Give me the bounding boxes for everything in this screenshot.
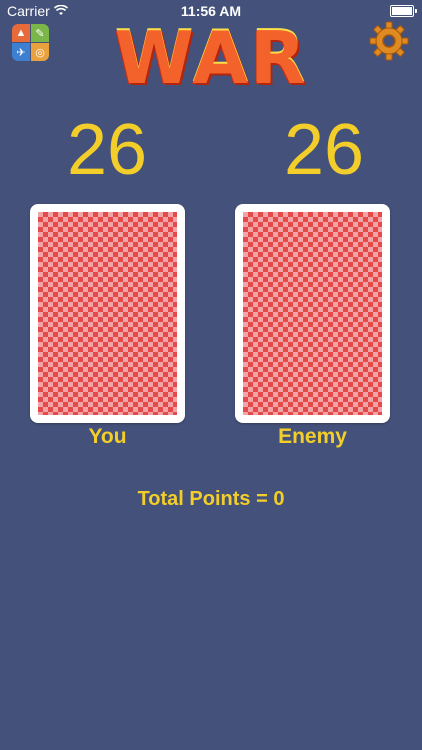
enemy-score: 26: [283, 110, 365, 190]
card-back-pattern: [38, 212, 177, 415]
player-score: 26: [66, 110, 148, 190]
game-title: WAR: [114, 16, 308, 100]
card-back-pattern: [243, 212, 382, 415]
gear-icon: [369, 21, 409, 61]
enemy-card: [235, 204, 390, 423]
settings-button[interactable]: [369, 21, 409, 61]
total-points: Total Points = 0: [137, 488, 285, 510]
player-card[interactable]: [30, 204, 185, 423]
enemy-label: Enemy: [278, 425, 347, 448]
player-label: You: [88, 425, 127, 448]
